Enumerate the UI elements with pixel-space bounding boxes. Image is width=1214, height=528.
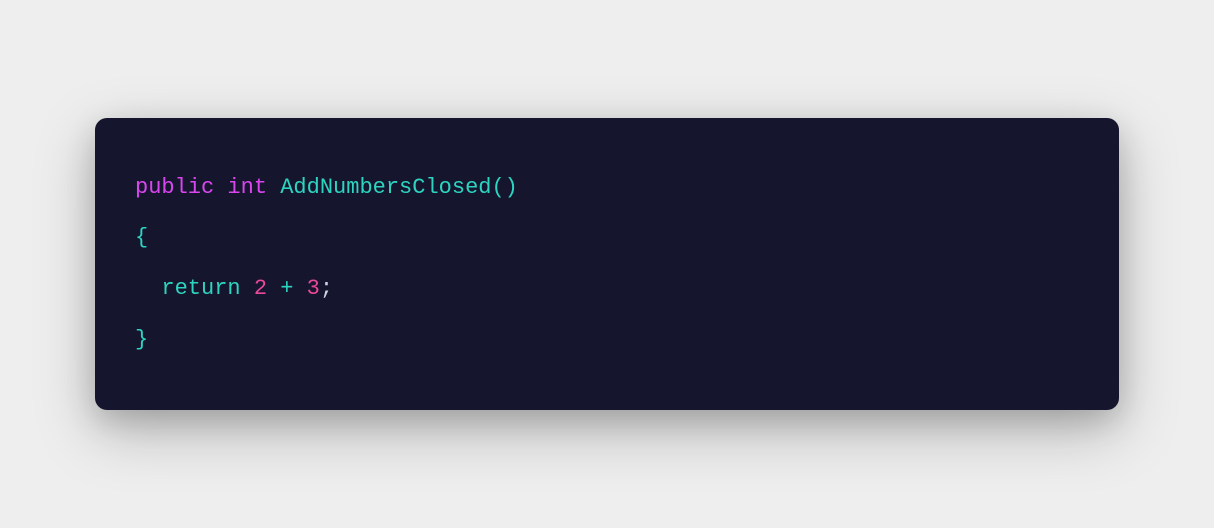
space bbox=[267, 175, 280, 200]
space bbox=[267, 276, 280, 301]
number-literal: 2 bbox=[254, 276, 267, 301]
indent bbox=[135, 264, 161, 315]
code-line-1: public int AddNumbersClosed() bbox=[135, 163, 1079, 214]
code-line-3: return 2 + 3; bbox=[135, 264, 1079, 315]
semicolon: ; bbox=[320, 276, 333, 301]
number-literal: 3 bbox=[307, 276, 320, 301]
operator-plus: + bbox=[280, 276, 293, 301]
code-line-2: { bbox=[135, 213, 1079, 264]
keyword-return: return bbox=[161, 276, 240, 301]
paren-open: ( bbox=[491, 175, 504, 200]
keyword-public: public bbox=[135, 175, 214, 200]
code-block: public int AddNumbersClosed() { return 2… bbox=[95, 118, 1119, 410]
code-line-4: } bbox=[135, 315, 1079, 366]
space bbox=[241, 276, 254, 301]
function-name: AddNumbersClosed bbox=[280, 175, 491, 200]
paren-close: ) bbox=[505, 175, 518, 200]
space bbox=[214, 175, 227, 200]
keyword-int: int bbox=[227, 175, 267, 200]
brace-open: { bbox=[135, 225, 148, 250]
brace-close: } bbox=[135, 327, 148, 352]
space bbox=[293, 276, 306, 301]
